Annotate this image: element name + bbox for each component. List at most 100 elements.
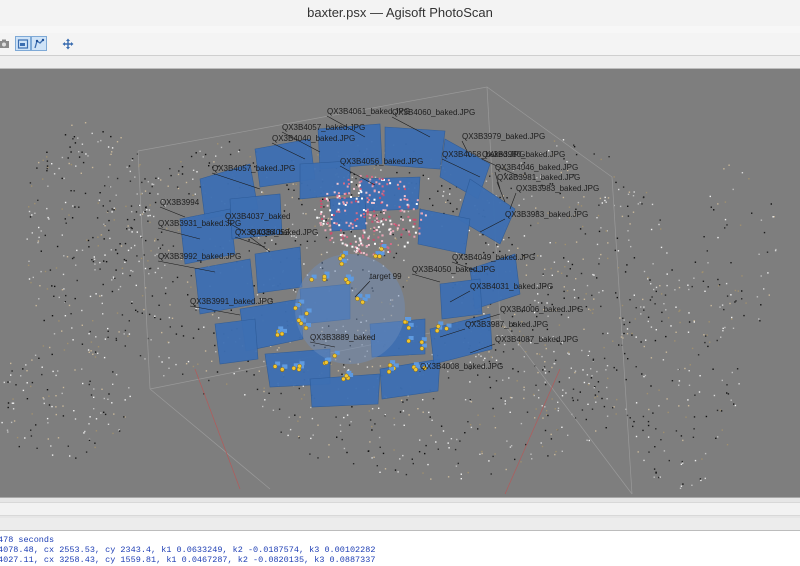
cloud-point [646, 392, 649, 395]
dense-point [355, 212, 358, 215]
cloud-point [580, 272, 583, 275]
dense-point [338, 210, 341, 213]
dense-point [343, 192, 346, 195]
camera-label[interactable]: QX3B4031_baked.JPG [470, 282, 553, 291]
cloud-point [229, 153, 232, 156]
move-icon[interactable] [60, 36, 76, 51]
camera-label[interactable]: QX3B4006_baked.JPG [500, 305, 583, 314]
dense-point [361, 244, 364, 247]
dense-point [349, 222, 352, 225]
camera-label[interactable]: QX3B4060_baked.JPG [392, 108, 475, 117]
cloud-point [739, 224, 742, 226]
dense-point [355, 197, 358, 200]
marker-point [360, 299, 365, 305]
cloud-point [640, 306, 642, 308]
cloud-point [139, 355, 142, 357]
cloud-point [615, 292, 617, 294]
dense-point [357, 192, 360, 195]
cloud-point [64, 315, 67, 317]
dense-point [320, 203, 323, 205]
cloud-point [28, 278, 31, 280]
cloud-point [46, 156, 48, 158]
dense-point [381, 240, 384, 243]
cloud-point [572, 388, 575, 390]
cloud-point [577, 203, 579, 206]
camera-label[interactable]: QX3B4049_baked.JPG [452, 253, 535, 262]
camera-label[interactable]: QX3B3992_baked.JPG [158, 252, 241, 261]
dense-point [347, 183, 350, 185]
cloud-point [34, 354, 37, 356]
camera-label[interactable]: QX3B4050_baked.JPG [412, 265, 495, 274]
camera-label[interactable]: QX3B4052 [250, 228, 290, 237]
cloud-point [393, 424, 396, 426]
cloud-point [624, 352, 626, 355]
camera-label[interactable]: QX3B4057_baked.JPG [282, 123, 365, 132]
cloud-point [511, 330, 513, 332]
camera-label[interactable]: QX3B3994 [160, 198, 200, 207]
cloud-point [158, 247, 160, 249]
camera-label[interactable]: QX3B3987_baked.JPG [465, 320, 548, 329]
camera-label[interactable]: QX3B3980_baked.JPG [482, 150, 565, 159]
cloud-point [598, 257, 600, 260]
cloud-point [540, 255, 542, 257]
camera-label[interactable]: QX3B3931_baked.JPG [158, 219, 241, 228]
cloud-point [408, 276, 410, 279]
cloud-point [303, 263, 305, 265]
cloud-point [199, 150, 201, 152]
cloud-point [650, 283, 652, 285]
cloud-point [130, 269, 132, 272]
camera-label[interactable]: QX3B3981_baked.JPG [497, 173, 580, 182]
cloud-point [197, 328, 200, 330]
cloud-point [280, 431, 282, 433]
cloud-point [682, 462, 684, 464]
cloud-point [437, 190, 439, 192]
cloud-point [101, 388, 103, 390]
camera-plane [299, 160, 351, 200]
horizontal-scrollbar[interactable] [0, 497, 800, 518]
camera-label[interactable]: QX3B3983_baked.JPG [505, 210, 588, 219]
cloud-point [374, 176, 377, 178]
cloud-point [488, 376, 491, 378]
camera-label[interactable]: target 99 [370, 272, 402, 281]
cloud-point [567, 260, 569, 263]
cloud-point [594, 397, 596, 399]
cloud-point [88, 439, 91, 441]
model-viewport[interactable]: QX3B4061_baked.JPG QX3B4060_baked.JPG QX3B… [0, 69, 800, 497]
camera-label[interactable]: QX3B3979_baked.JPG [462, 132, 545, 141]
scrollbar-track[interactable] [0, 502, 800, 516]
cloud-point [314, 209, 316, 211]
cloud-point [724, 201, 727, 203]
camera-label[interactable]: QX3B4040_baked.JPG [272, 134, 355, 143]
dense-point [381, 185, 384, 188]
cloud-point [37, 199, 39, 201]
camera-label[interactable]: QX3B4087_baked.JPG [495, 335, 578, 344]
camera-label[interactable]: QX3B3991_baked.JPG [190, 297, 273, 306]
camera-label[interactable]: QX3B4046_baked.JPG [495, 163, 578, 172]
cloud-point [134, 244, 136, 247]
camera-label[interactable]: QX3B4056_baked.JPG [340, 157, 423, 166]
select-points-icon[interactable] [31, 36, 47, 51]
dense-point [412, 225, 415, 228]
cloud-point [172, 245, 175, 247]
cloud-point [512, 368, 514, 370]
camera-label[interactable]: QX3B3889_baked [310, 333, 375, 342]
cloud-point [429, 416, 431, 418]
cloud-point [230, 309, 232, 311]
camera-label[interactable]: QX3B3983_baked.JPG [516, 184, 599, 193]
cloud-point [113, 207, 115, 209]
select-region-icon[interactable] [15, 36, 31, 51]
cloud-point [523, 397, 525, 400]
cloud-point [73, 256, 75, 259]
dense-point [322, 219, 325, 222]
cloud-point [627, 358, 629, 360]
dense-point [353, 187, 355, 190]
cloud-point [47, 422, 49, 424]
cloud-point [647, 436, 650, 438]
dense-point [362, 209, 365, 211]
cloud-point [642, 415, 645, 418]
camera-label[interactable]: QX3B4057_baked.JPG [212, 164, 295, 173]
camera-icon[interactable] [0, 36, 12, 51]
camera-label[interactable]: QX3B4008_baked.JPG [420, 362, 503, 371]
cloud-point [495, 380, 498, 382]
cloud-point [190, 286, 192, 288]
